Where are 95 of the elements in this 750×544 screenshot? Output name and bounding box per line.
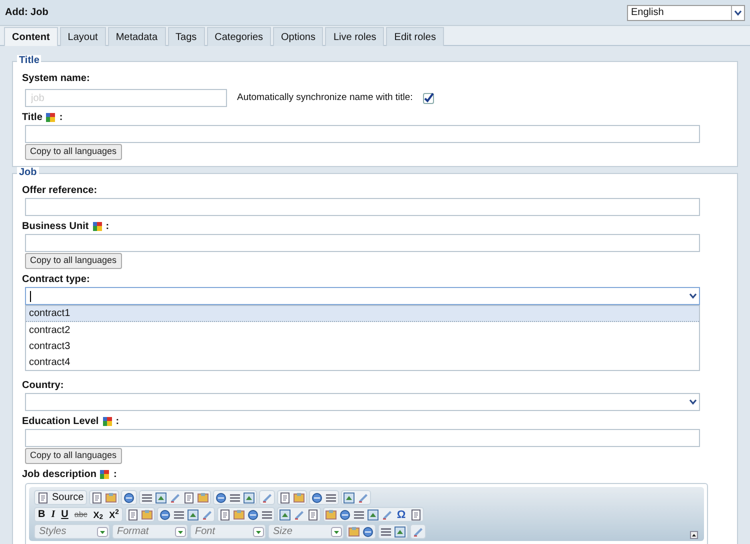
source-button[interactable]: Source [36,490,85,505]
format-button[interactable]: B [36,508,48,520]
format-button[interactable]: X$_{2}$ [91,508,106,520]
tab[interactable]: Content [4,27,58,46]
input-field[interactable] [25,429,700,447]
style-dropdown[interactable]: Styles [36,525,108,538]
field-label: Country: [22,378,64,392]
format-button[interactable]: I [49,508,58,520]
toolbar-icon[interactable] [104,492,117,504]
caret-icon[interactable] [253,526,264,536]
toolbar-icon[interactable] [158,508,171,520]
toolbar-icon[interactable] [324,492,337,504]
tab[interactable]: Live roles [325,27,384,46]
field-label: Offer reference: [22,184,98,198]
label-colon: : [116,414,120,428]
toolbar-icon[interactable] [394,526,406,538]
style-dropdown[interactable]: Format [114,525,186,538]
style-dropdown[interactable]: Size [270,525,342,538]
field-label: Business Unit [22,220,89,234]
copy-button[interactable]: Copy to all languages [25,144,122,160]
format-button[interactable]: abc [72,508,90,520]
toolbar-icon[interactable] [338,508,351,520]
caret-icon[interactable] [734,10,742,16]
caret-icon[interactable] [688,293,696,299]
input-field[interactable] [25,125,700,143]
copy-button[interactable]: Copy to all languages [25,448,122,464]
toolbar-icon[interactable] [228,492,241,504]
toolbar-icon[interactable] [242,492,255,504]
toolbar-icon[interactable] [324,508,337,520]
combo-field[interactable] [25,287,700,305]
language-select[interactable]: English [627,4,745,20]
toolbar-icon[interactable] [186,508,199,520]
toolbar-icon[interactable] [232,508,245,520]
toolbar-icon[interactable] [412,526,424,538]
toolbar-icon[interactable] [182,492,195,504]
toolbar-icon[interactable] [214,492,227,504]
caret-icon[interactable] [97,526,108,536]
sync-label: Automatically synchronize name with title: [237,90,413,105]
label-colon: : [113,468,117,482]
field-label: Title [22,110,42,124]
field-label: Education Level [22,414,99,428]
dropdown-option[interactable]: contract3 [26,338,699,354]
toolbar-icon[interactable] [140,492,153,504]
field-label: Job description [22,468,96,482]
toolbar-icon[interactable] [196,492,209,504]
toolbar-icon[interactable] [90,492,103,504]
input-field[interactable] [25,234,700,252]
page-title: Add: Job [5,6,48,20]
toolbar-icon[interactable] [352,508,365,520]
tab[interactable]: Categories [206,27,271,46]
field-label: Contract type: [22,272,90,286]
toolbar-icon[interactable] [278,492,291,504]
field-label: System name: [22,72,91,86]
format-button[interactable]: Ω [394,508,408,520]
copy-button[interactable]: Copy to all languages [25,253,122,269]
text-cursor [30,290,31,302]
format-button[interactable]: X$^{2}$ [107,508,121,520]
caret-icon[interactable] [331,526,342,536]
tab[interactable]: Edit roles [386,27,444,46]
toolbar-icon[interactable] [260,508,273,520]
toolbar-icon[interactable] [172,508,185,520]
toolbar-icon[interactable] [366,508,379,520]
collapse-icon[interactable] [690,531,698,539]
select-field[interactable] [25,393,700,411]
toolbar-icon[interactable] [306,508,319,520]
format-button[interactable]: U [59,508,70,520]
toolbar-icon[interactable] [278,508,291,520]
toolbar-icon[interactable] [292,492,305,504]
dropdown-option[interactable]: contract4 [26,354,699,370]
toolbar-icon[interactable] [246,508,259,520]
sync-checkbox[interactable] [422,92,434,104]
tab[interactable]: Layout [60,27,106,46]
tab[interactable]: Metadata [108,27,166,46]
toolbar-icon[interactable] [154,492,167,504]
toolbar-icon[interactable] [218,508,231,520]
caret-icon[interactable] [175,526,186,536]
toolbar-icon[interactable] [380,526,392,538]
toolbar-icon[interactable] [410,508,422,520]
tab[interactable]: Options [273,27,324,46]
style-dropdown[interactable]: Font [192,525,264,538]
toolbar-icon[interactable] [122,492,135,504]
label-colon: : [106,220,110,234]
toolbar-icon[interactable] [126,508,139,520]
toolbar-icon[interactable] [362,526,374,538]
label-colon: : [59,110,63,124]
toolbar-icon[interactable] [310,492,323,504]
toolbar-icon[interactable] [342,492,355,504]
caret-icon[interactable] [688,399,696,405]
toolbar-icon[interactable] [37,492,49,504]
toolbar-icon[interactable] [140,508,153,520]
input-field[interactable] [25,198,700,216]
tab[interactable]: Tags [168,27,205,46]
dropdown-option[interactable]: contract1 [26,306,699,322]
toolbar-icon[interactable] [348,526,360,538]
dropdown-option[interactable]: contract2 [26,322,699,338]
